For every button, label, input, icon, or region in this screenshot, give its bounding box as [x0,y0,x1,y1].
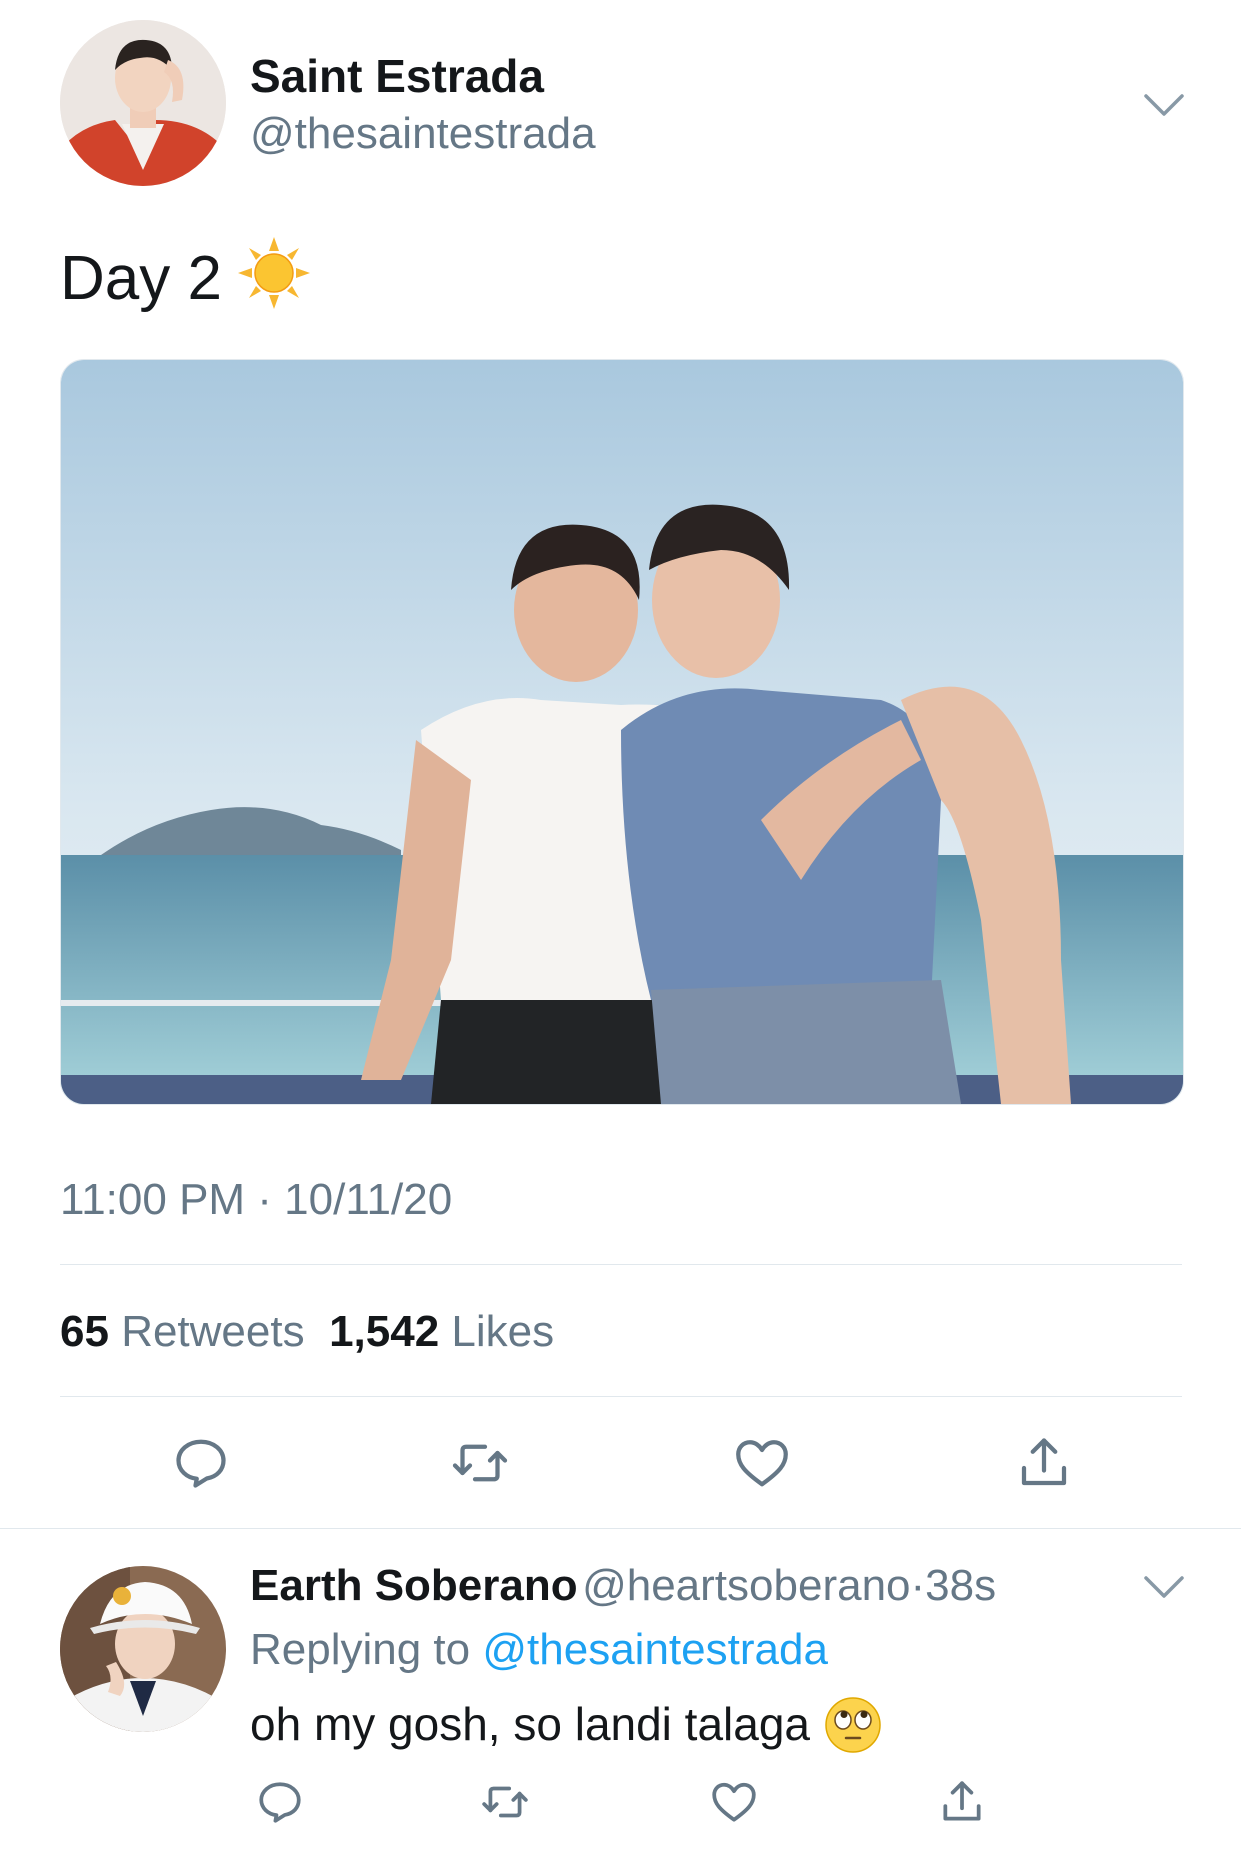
like-icon[interactable] [709,1777,759,1827]
reply-author-handle[interactable]: @heartsoberano [582,1561,910,1610]
retweet-icon[interactable] [480,1777,530,1827]
reply-icon[interactable] [171,1433,231,1493]
retweet-icon[interactable] [450,1433,510,1493]
tweet-text: Day 2 [60,237,310,319]
replying-to-mention[interactable]: @thesaintestrada [482,1625,828,1674]
chevron-down-icon[interactable] [1142,1572,1186,1602]
reply-text: oh my gosh, so landi talaga [250,1694,882,1754]
reply-age: 38s [925,1561,997,1610]
tweet-timestamp[interactable]: 11:00 PM · 10/11/20 [60,1172,452,1228]
reply-author-avatar[interactable] [60,1566,226,1732]
tweet-text-content: Day 2 [60,244,222,313]
replying-to-prefix: Replying to [250,1625,471,1674]
like-icon[interactable] [732,1433,792,1493]
likes-count: 1,542 [329,1307,440,1356]
retweets-label: Retweets [121,1307,305,1356]
share-icon[interactable] [937,1777,987,1827]
tweet-stats: 65 Retweets 1,542 Likes [60,1304,554,1360]
likes-label: Likes [451,1307,555,1356]
divider [0,1528,1241,1529]
author-avatar[interactable] [60,20,226,186]
share-icon[interactable] [1014,1433,1074,1493]
author-handle[interactable]: @thesaintestrada [250,106,596,162]
reply-header: Earth Soberano @heartsoberano·38s [250,1558,996,1614]
divider [60,1396,1182,1397]
replying-to-line: Replying to @thesaintestrada [250,1622,828,1678]
chevron-down-icon[interactable] [1142,90,1186,120]
author-display-name[interactable]: Saint Estrada [250,48,544,104]
retweets-count: 65 [60,1307,109,1356]
tweet-photo[interactable] [60,359,1184,1105]
reply-meta-separator: · [910,1561,926,1610]
divider [60,1264,1182,1265]
reply-author-display-name[interactable]: Earth Soberano [250,1561,578,1610]
reply-text-content: oh my gosh, so landi talaga [250,1698,811,1750]
reply-icon[interactable] [255,1777,305,1827]
sun-emoji-icon [237,237,310,309]
retweets-stat[interactable]: 65 Retweets [60,1307,305,1356]
likes-stat[interactable]: 1,542 Likes [329,1307,554,1356]
rolling-eyes-emoji-icon [824,1696,882,1754]
